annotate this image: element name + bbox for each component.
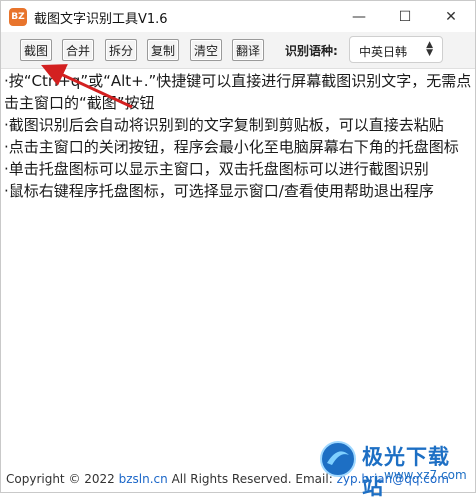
close-icon: ✕: [445, 8, 457, 25]
language-label: 识别语种:: [285, 44, 338, 58]
language-select[interactable]: 中英日韩 ▲ ▼: [349, 36, 443, 63]
close-button[interactable]: ✕: [428, 1, 474, 32]
minimize-icon: —: [352, 8, 366, 25]
clear-button[interactable]: 清空: [190, 39, 222, 61]
watermark: 极光下载站 www.xz7.com: [318, 437, 468, 499]
language-select-value: 中英日韩: [359, 45, 408, 59]
maximize-icon: ☐: [398, 8, 412, 25]
website-link[interactable]: bzsln.cn: [119, 472, 168, 486]
window-title: 截图文字识别工具V1.6: [34, 12, 168, 27]
app-window: BZ 截图文字识别工具V1.6 — ☐ ✕ 截图 合并 拆分 复制 清空 翻译 …: [0, 0, 476, 493]
copy-button[interactable]: 复制: [147, 39, 179, 61]
app-logo-icon: BZ: [9, 8, 27, 26]
rights-text: All Rights Reserved. Email:: [167, 472, 337, 486]
text-line: ·单击托盘图标可以显示主窗口，双击托盘图标可以进行截图识别: [4, 160, 429, 178]
maximize-button[interactable]: ☐: [382, 1, 428, 32]
title-bar: BZ 截图文字识别工具V1.6 — ☐ ✕: [1, 1, 475, 32]
split-button[interactable]: 拆分: [105, 39, 137, 61]
text-line: ·鼠标右键程序托盘图标，可选择显示窗口/查看使用帮助退出程序: [4, 182, 434, 200]
text-line: ·点击主窗口的关闭按钮，程序会最小化至电脑屏幕右下角的托盘图标: [4, 138, 459, 156]
copyright-text: Copyright © 2022: [6, 472, 119, 486]
result-text-area[interactable]: ·按“Ctrl+q”或“Alt+.”快捷键可以直接进行屏幕截图识别文字，无需点击…: [4, 70, 472, 462]
merge-button[interactable]: 合并: [62, 39, 94, 61]
watermark-logo-icon: [320, 441, 356, 477]
toolbar: 截图 合并 拆分 复制 清空 翻译 识别语种: 中英日韩 ▲ ▼: [1, 32, 475, 69]
text-line: ·按“Ctrl+q”或“Alt+.”快捷键可以直接进行屏幕截图识别文字，无需点击…: [4, 72, 472, 112]
updown-caret-icon: ▲ ▼: [426, 40, 433, 58]
watermark-domain: www.xz7.com: [384, 468, 467, 482]
text-line: ·截图识别后会自动将识别到的文字复制到剪贴板，可以直接去粘贴: [4, 116, 444, 134]
minimize-button[interactable]: —: [336, 1, 382, 32]
screenshot-button[interactable]: 截图: [20, 39, 52, 61]
translate-button[interactable]: 翻译: [232, 39, 264, 61]
